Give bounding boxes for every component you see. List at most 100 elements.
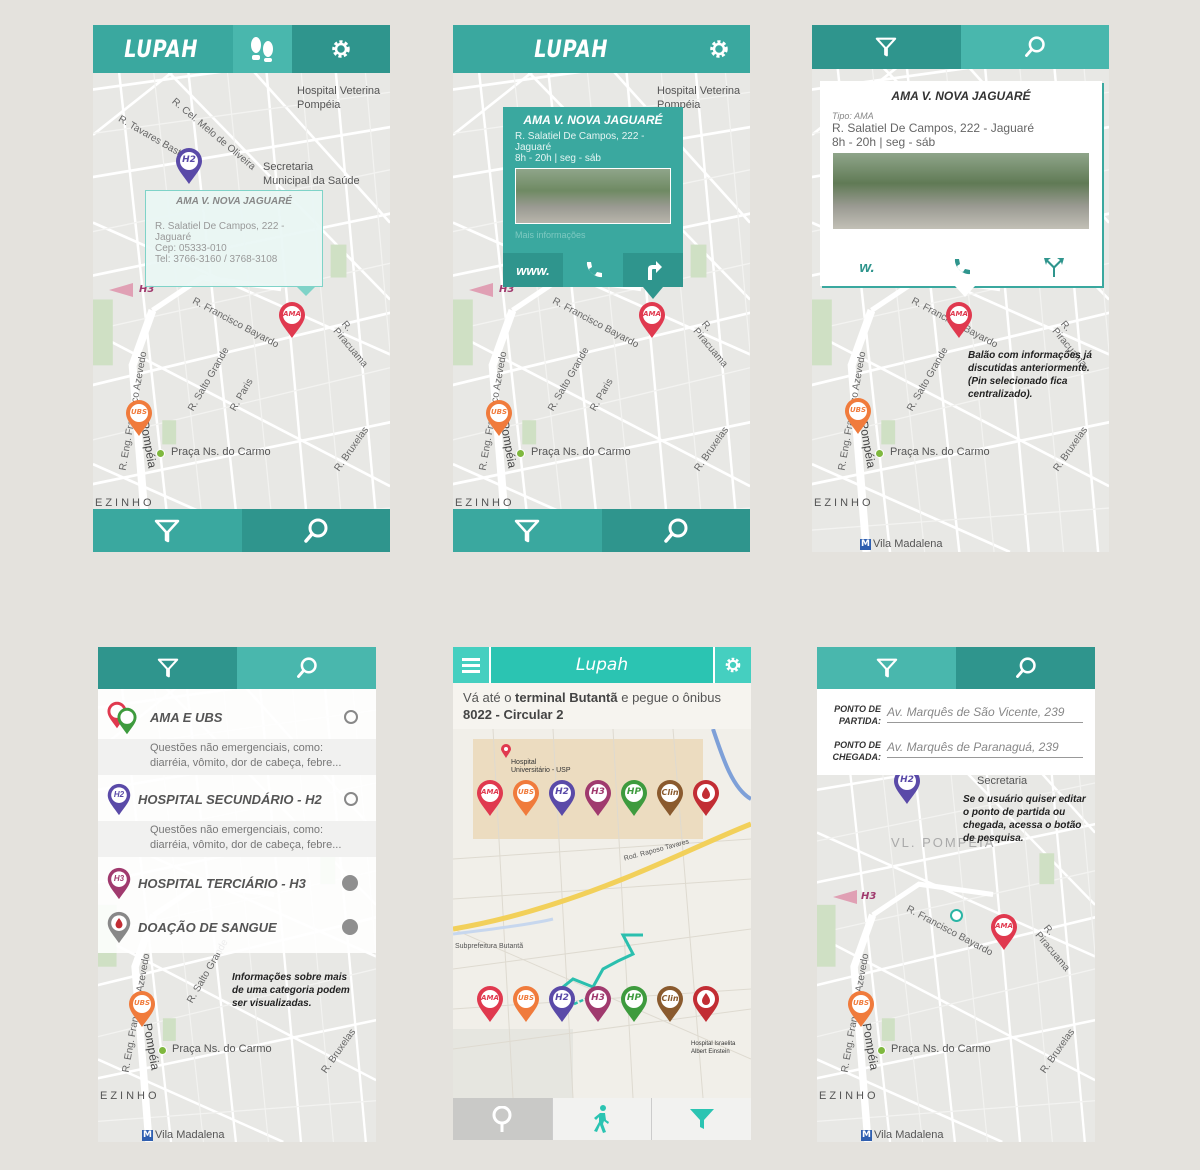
map[interactable] bbox=[453, 25, 750, 552]
filter-button[interactable] bbox=[817, 647, 956, 689]
ama-pin[interactable]: AMA bbox=[475, 779, 505, 817]
radio-ama-ubs[interactable] bbox=[344, 710, 358, 724]
map-label: Hospital Veterina bbox=[297, 85, 381, 97]
metro-icon: M bbox=[861, 1130, 872, 1141]
h2-pin[interactable]: H2 bbox=[547, 779, 577, 817]
hp-pin[interactable]: HP bbox=[619, 985, 649, 1023]
map-label: Subprefeitura Butantã bbox=[455, 943, 524, 950]
blood-pin[interactable] bbox=[691, 779, 721, 817]
call-button[interactable] bbox=[914, 248, 1008, 286]
search-button[interactable] bbox=[601, 509, 750, 552]
top-bar: LUPAH bbox=[453, 25, 750, 73]
ama-pin[interactable]: AMA bbox=[277, 301, 307, 339]
ubs-pin[interactable]: UBS bbox=[484, 399, 514, 437]
h3-marker[interactable] bbox=[469, 283, 493, 297]
street-photo[interactable] bbox=[515, 168, 671, 224]
radio-blood[interactable] bbox=[342, 919, 358, 935]
ama-pin[interactable]: AMA bbox=[944, 301, 974, 339]
metro-icon: M bbox=[142, 1130, 153, 1141]
ubs-pin[interactable]: UBS bbox=[127, 990, 157, 1028]
filter-button[interactable] bbox=[652, 1098, 751, 1140]
map-label: Hospital bbox=[511, 759, 537, 766]
filter-button[interactable] bbox=[93, 509, 242, 552]
website-button[interactable]: www. bbox=[503, 253, 563, 287]
popup-more-info[interactable]: Mais informações bbox=[515, 230, 683, 240]
ubs-pin[interactable]: UBS bbox=[511, 985, 541, 1023]
footsteps-button[interactable] bbox=[232, 25, 292, 73]
ama-ubs-icon bbox=[106, 701, 140, 733]
ama-pin[interactable]: AMA bbox=[989, 913, 1019, 951]
h2-pin[interactable]: H2 bbox=[174, 147, 204, 185]
clin-pin[interactable]: Clin bbox=[655, 985, 685, 1023]
tooltip-title: AMA V. NOVA JAGUARÉ bbox=[176, 196, 292, 207]
search-button[interactable] bbox=[237, 647, 376, 689]
filter-item-ama-ubs[interactable]: AMA E UBS bbox=[98, 699, 376, 735]
street-photo[interactable] bbox=[833, 153, 1089, 229]
chegada-field[interactable]: Av. Marquês de Paranaguá, 239 bbox=[887, 740, 1083, 758]
card-actions: w. bbox=[820, 248, 1102, 286]
radio-h3[interactable] bbox=[342, 875, 358, 891]
radio-h2[interactable] bbox=[344, 792, 358, 806]
location-popup[interactable]: AMA V. NOVA JAGUARÉ R. Salatiel De Campo… bbox=[503, 107, 683, 299]
search-button[interactable] bbox=[241, 509, 390, 552]
tooltip-address: R. Salatiel De Campos, 222 - bbox=[155, 221, 285, 232]
menu-button[interactable] bbox=[453, 647, 491, 683]
hospital-marker[interactable] bbox=[501, 743, 511, 758]
h3-pin[interactable]: H3 bbox=[583, 779, 613, 817]
directions-button[interactable] bbox=[623, 253, 683, 287]
tooltip-cep: Cep: 05333-010 bbox=[155, 243, 227, 254]
h3-marker[interactable] bbox=[833, 890, 857, 904]
search-location-button[interactable] bbox=[453, 1098, 552, 1140]
partida-field[interactable]: Av. Marquês de São Vicente, 239 bbox=[887, 705, 1083, 723]
filter-button[interactable] bbox=[812, 25, 961, 69]
filter-item-h2[interactable]: H2 HOSPITAL SECUNDÁRIO - H2 bbox=[98, 781, 376, 817]
walk-button[interactable] bbox=[551, 1098, 653, 1140]
location-card[interactable]: AMA V. NOVA JAGUARÉ Tipo: AMA R. Salatie… bbox=[820, 81, 1102, 297]
annotation-note: Balão com informações já discutidas ante… bbox=[968, 350, 1092, 400]
settings-button[interactable] bbox=[713, 647, 751, 683]
tooltip-phone: Tel: 3766-3160 / 3768-3108 bbox=[155, 254, 278, 265]
h3-icon: H3 bbox=[106, 867, 132, 899]
map-label: Vila Madalena bbox=[155, 1129, 225, 1141]
gear-icon bbox=[709, 40, 728, 58]
call-button[interactable] bbox=[563, 253, 623, 287]
bottom-bar bbox=[453, 509, 750, 552]
blood-pin[interactable] bbox=[691, 985, 721, 1023]
h3-marker[interactable] bbox=[109, 283, 133, 297]
ama-pin[interactable]: AMA bbox=[475, 985, 505, 1023]
ubs-pin[interactable]: UBS bbox=[843, 397, 873, 435]
praca-marker bbox=[156, 449, 165, 458]
annotation-note: Se o usuário quiser editar o ponto de pa… bbox=[963, 794, 1086, 844]
h3-pin[interactable]: H3 bbox=[583, 985, 613, 1023]
website-button[interactable]: w. bbox=[820, 248, 914, 286]
map[interactable] bbox=[93, 25, 390, 552]
filter-button[interactable] bbox=[453, 509, 602, 552]
settings-button[interactable] bbox=[291, 25, 390, 73]
current-location-marker[interactable] bbox=[950, 909, 963, 922]
ubs-pin[interactable]: UBS bbox=[124, 399, 154, 437]
pin-row-top: AMA UBS H2 H3 HP Clin bbox=[475, 779, 721, 817]
hp-pin[interactable]: HP bbox=[619, 779, 649, 817]
location-tooltip[interactable]: AMA V. NOVA JAGUARÉ R. Salatiel De Campo… bbox=[145, 190, 323, 296]
settings-button[interactable] bbox=[687, 25, 750, 73]
praca-marker bbox=[877, 1046, 886, 1055]
directions-button[interactable] bbox=[1008, 248, 1102, 286]
location-search-icon bbox=[492, 1106, 512, 1132]
h2-pin[interactable]: H2 bbox=[547, 985, 577, 1023]
ama-pin[interactable]: AMA bbox=[637, 301, 667, 339]
filter-item-h3[interactable]: H3 HOSPITAL TERCIÁRIO - H3 bbox=[98, 865, 376, 901]
filter-item-blood[interactable]: DOAÇÃO DE SANGUE bbox=[98, 909, 376, 945]
footsteps-icon bbox=[251, 37, 274, 62]
search-button[interactable] bbox=[960, 25, 1109, 69]
filter-button[interactable] bbox=[98, 647, 237, 689]
search-button[interactable] bbox=[956, 647, 1095, 689]
map-label: Hospital Israelita bbox=[691, 1041, 736, 1047]
map-label: Municipal da Saúde bbox=[263, 175, 360, 187]
clin-pin[interactable]: Clin bbox=[655, 779, 685, 817]
search-icon bbox=[1015, 657, 1036, 678]
ubs-pin[interactable]: UBS bbox=[511, 779, 541, 817]
screen-filter-list: Praça Ns. do Carmo EZINHO Av. Pompéia R.… bbox=[98, 647, 376, 1142]
filter-label: DOAÇÃO DE SANGUE bbox=[138, 919, 277, 935]
screen-map-tooltip: Hospital Veterina Pompéia Secretaria Mun… bbox=[93, 25, 390, 552]
ubs-pin[interactable]: UBS bbox=[846, 990, 876, 1028]
